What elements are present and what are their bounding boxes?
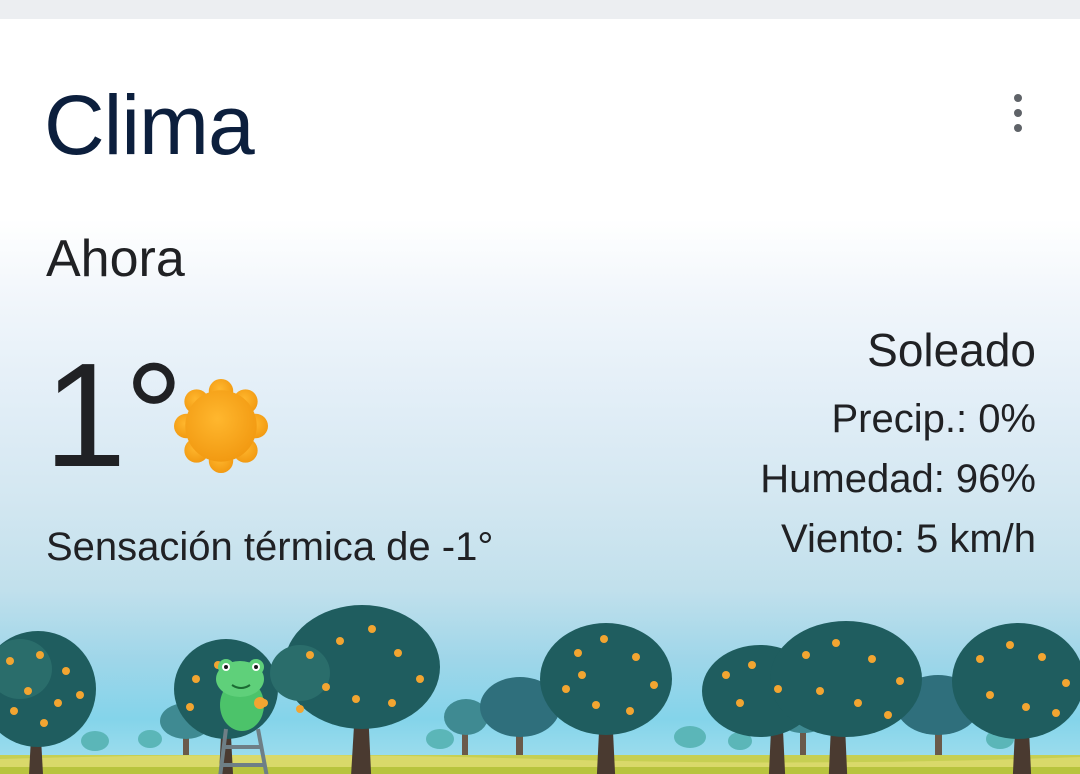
weather-card[interactable]: Clima Ahora 1° Sensación térmica de -1° …: [0, 19, 1080, 774]
more-vert-icon: [1014, 94, 1022, 132]
status-strip: [0, 0, 1080, 19]
feels-like-text: Sensación térmica de -1°: [46, 525, 494, 569]
orchard-illustration: [0, 605, 1080, 774]
more-options-button[interactable]: [996, 91, 1040, 135]
precipitation-text: Precip.: 0%: [831, 397, 1036, 441]
wind-text: Viento: 5 km/h: [781, 517, 1036, 561]
condition-text: Soleado: [867, 324, 1036, 376]
sun-icon: [174, 379, 268, 473]
humidity-text: Humedad: 96%: [760, 457, 1036, 501]
page-title: Clima: [44, 78, 255, 172]
now-label: Ahora: [46, 230, 185, 288]
current-temperature: 1°: [44, 333, 183, 498]
conditions-details: Soleado Precip.: 0% Humedad: 96% Viento:…: [760, 319, 1036, 569]
